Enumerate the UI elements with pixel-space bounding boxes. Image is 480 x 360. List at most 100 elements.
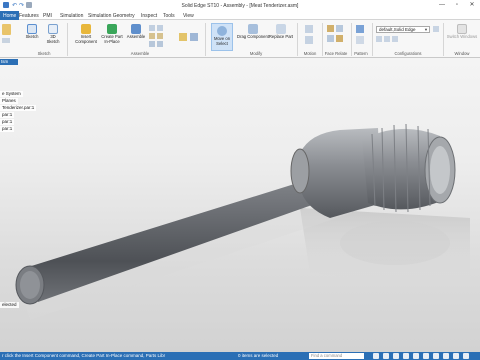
shading-icon[interactable]	[453, 353, 459, 359]
command-finder-input[interactable]: Find a command	[309, 353, 364, 359]
relationship-icon[interactable]	[157, 41, 163, 47]
ribbon-divider	[443, 23, 444, 56]
face-relate-icon[interactable]	[327, 25, 334, 32]
minimize-button[interactable]: —	[435, 1, 449, 10]
head-teeth-left[interactable]	[290, 148, 310, 194]
relationship-icon[interactable]	[179, 33, 187, 41]
title-bar: ↶ ↷ Solid Edge ST10 - Assembly - [Meat T…	[0, 0, 480, 11]
head-teeth-face	[430, 146, 450, 194]
config-tool-icon[interactable]	[384, 36, 390, 42]
group-face-relate-label: Face Relate	[324, 51, 348, 56]
floor-reflection	[340, 221, 450, 265]
config-tool-icon[interactable]	[433, 26, 439, 32]
3d-sketch-button[interactable]: 3D Sketch	[44, 24, 62, 44]
move-on-select-label: Move on Select	[213, 36, 231, 46]
group-window-label: Window	[454, 51, 470, 56]
relationship-icon[interactable]	[157, 33, 163, 39]
config-tool-icon[interactable]	[376, 36, 382, 42]
view-icon[interactable]	[393, 353, 399, 359]
sketch-label: Sketch	[25, 34, 39, 39]
restore-button[interactable]: ▫	[450, 1, 464, 10]
group-pattern-label: Pattern	[354, 51, 368, 56]
relationship-icon[interactable]	[149, 41, 155, 47]
pathfinder-item[interactable]: Tenderizer.par:1	[0, 105, 37, 111]
tab-simulation-geometry[interactable]: Simulation Geometry	[88, 13, 135, 19]
sketch-button[interactable]: Sketch	[22, 24, 42, 40]
selection-count: 0 items are selected	[238, 353, 279, 358]
meat-tenderizer-model[interactable]	[0, 58, 480, 352]
move-on-select-icon	[217, 26, 227, 36]
pathfinder-item[interactable]: par:1	[0, 112, 15, 118]
drag-component-icon	[248, 24, 258, 34]
pan-icon[interactable]	[423, 353, 429, 359]
fit-icon[interactable]	[443, 353, 449, 359]
ribbon: Sketch 3D Sketch Sketch Insert Component…	[0, 20, 480, 58]
assemble-button[interactable]: Assemble	[125, 24, 147, 40]
motion-icon[interactable]	[305, 36, 313, 44]
window-title: Solid Edge ST10 - Assembly - [Meat Tende…	[181, 3, 299, 9]
ribbon-divider	[67, 23, 68, 56]
view-icon[interactable]	[403, 353, 409, 359]
replace-part-label: Replace Part	[268, 34, 294, 39]
relationship-icon[interactable]	[149, 33, 155, 39]
pathfinder-item[interactable]: Planes	[0, 98, 18, 104]
move-on-select-button[interactable]: Move on Select	[211, 23, 233, 51]
3d-sketch-icon	[48, 24, 58, 34]
replace-part-icon	[276, 24, 286, 34]
tab-tools[interactable]: Tools	[163, 13, 175, 19]
configuration-select[interactable]: default,Solid Edge ▼	[376, 26, 430, 33]
pathfinder-item[interactable]: e System	[0, 91, 23, 97]
view-icon[interactable]	[383, 353, 389, 359]
pathfinder-tab[interactable]: tsm	[0, 59, 18, 65]
insert-component-icon	[81, 24, 91, 34]
motion-icon[interactable]	[305, 25, 313, 33]
pathfinder-item[interactable]: par:1	[0, 126, 15, 132]
tab-pmi[interactable]: PMI	[43, 13, 52, 19]
tab-simulation[interactable]: Simulation	[60, 13, 83, 19]
tab-inspect[interactable]: Inspect	[141, 13, 157, 19]
relationship-icon[interactable]	[157, 25, 163, 31]
status-bar: r click the Insert Component command, Cr…	[0, 352, 480, 360]
tab-view[interactable]: View	[183, 13, 194, 19]
insert-component-label: Insert Component	[75, 34, 97, 44]
sketch-icon	[27, 24, 37, 34]
assemble-label: Assemble	[126, 34, 146, 39]
switch-windows-button[interactable]: Switch Windows	[446, 24, 478, 40]
face-relate-icon[interactable]	[336, 25, 343, 32]
ribbon-tabs: Home Features PMI Simulation Simulation …	[0, 11, 480, 20]
face-relate-icon[interactable]	[327, 35, 334, 42]
relationship-icon[interactable]	[190, 33, 198, 41]
drag-component-label: Drag Component	[237, 34, 269, 39]
config-tool-icon[interactable]	[392, 36, 398, 42]
relationship-icon[interactable]	[149, 25, 155, 31]
rotate-icon[interactable]	[433, 353, 439, 359]
group-motion-label: Motion	[303, 51, 317, 56]
create-part-icon	[107, 24, 117, 34]
face-relate-icon[interactable]	[336, 35, 343, 42]
tab-home[interactable]: Home	[0, 11, 20, 20]
create-part-in-place-button[interactable]: Create Part In-Place	[99, 24, 125, 44]
insert-component-button[interactable]: Insert Component	[74, 24, 98, 44]
group-sketch-label: Sketch	[37, 51, 51, 56]
create-part-label: Create Part In-Place	[101, 34, 123, 44]
pathfinder-item[interactable]: par:1	[0, 119, 15, 125]
pattern-icon[interactable]	[356, 36, 364, 44]
drag-component-button[interactable]: Drag Component	[236, 24, 270, 40]
pathfinder-selection-status: elected	[0, 302, 19, 308]
zoom-icon[interactable]	[413, 353, 419, 359]
close-button[interactable]: ✕	[465, 1, 479, 10]
view-icon[interactable]	[373, 353, 379, 359]
pattern-icon[interactable]	[356, 25, 364, 33]
group-modify-label: Modify	[249, 51, 263, 56]
graphics-window[interactable]: tsm e System Planes Tenderizer.par:1 par…	[0, 58, 480, 352]
settings-icon[interactable]	[463, 353, 469, 359]
copy-icon[interactable]	[2, 38, 10, 43]
group-configurations-label: Configurations	[394, 51, 422, 56]
replace-part-button[interactable]: Replace Part	[268, 24, 294, 40]
assemble-icon	[131, 24, 141, 34]
pathfinder-panel: tsm e System Planes Tenderizer.par:1 par…	[0, 58, 37, 352]
3d-sketch-label: 3D Sketch	[46, 34, 60, 44]
ribbon-divider	[205, 23, 206, 56]
tab-features[interactable]: Features	[19, 13, 39, 19]
paste-icon[interactable]	[2, 24, 11, 35]
